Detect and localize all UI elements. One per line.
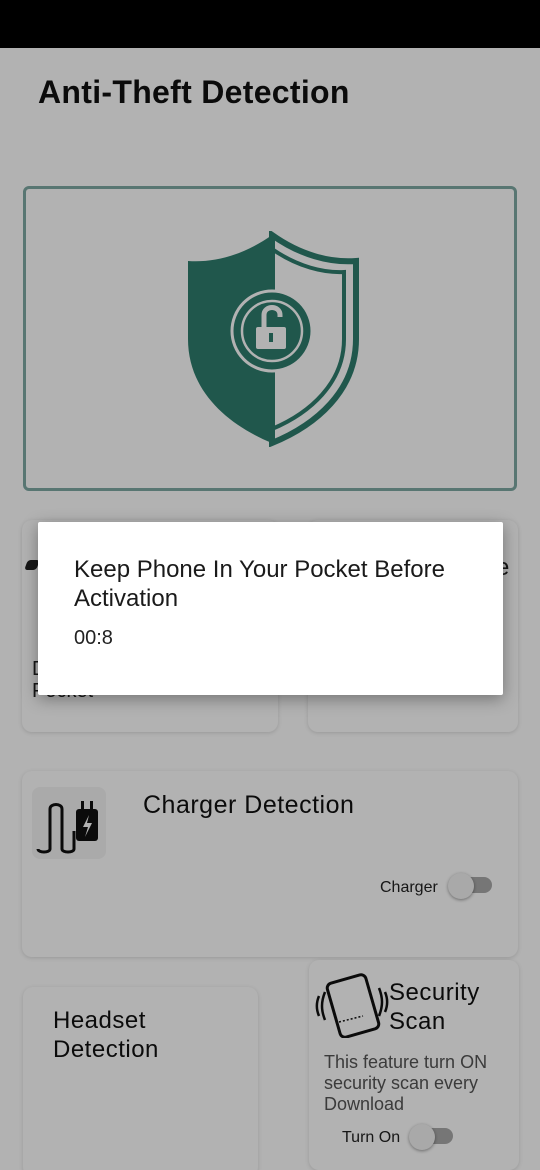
pocket-activation-dialog: Keep Phone In Your Pocket Before Activat…	[38, 522, 503, 695]
countdown-timer: 00:8	[74, 627, 113, 649]
dialog-message: Keep Phone In Your Pocket Before Activat…	[74, 556, 445, 612]
status-bar	[0, 0, 540, 48]
